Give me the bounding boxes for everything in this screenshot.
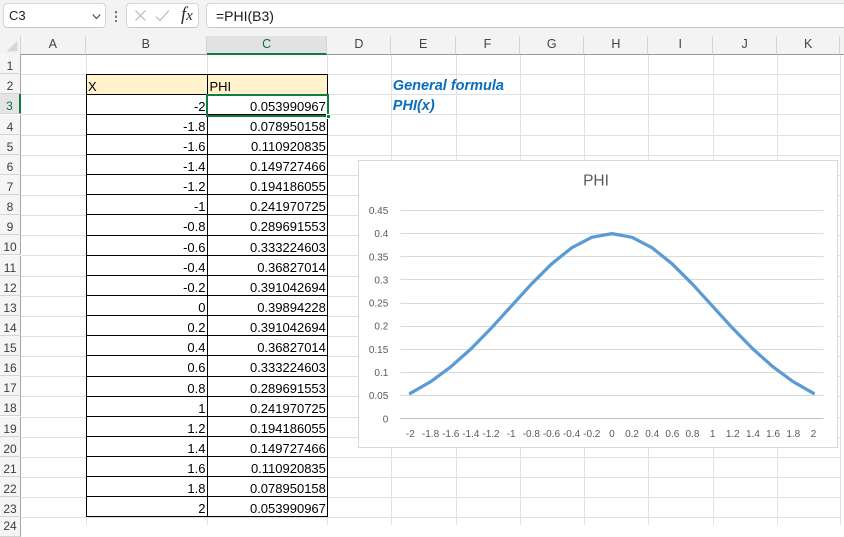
svg-text:0.35: 0.35	[368, 252, 388, 263]
svg-text:1: 1	[709, 429, 715, 440]
svg-text:-1.8: -1.8	[421, 429, 439, 440]
svg-text:-0.8: -0.8	[522, 429, 540, 440]
svg-text:0.15: 0.15	[368, 345, 388, 356]
svg-text:-0.4: -0.4	[562, 429, 580, 440]
svg-text:-1.2: -1.2	[482, 429, 500, 440]
svg-text:0: 0	[609, 429, 615, 440]
svg-text:-0.2: -0.2	[583, 429, 601, 440]
svg-text:1.4: 1.4	[746, 429, 760, 440]
svg-text:0.4: 0.4	[645, 429, 659, 440]
svg-text:0.25: 0.25	[368, 299, 388, 310]
svg-text:0.45: 0.45	[368, 206, 388, 217]
svg-text:0.3: 0.3	[374, 275, 388, 286]
svg-text:1.8: 1.8	[786, 429, 800, 440]
svg-text:0.05: 0.05	[368, 391, 388, 402]
svg-text:-2: -2	[405, 429, 414, 440]
svg-text:-1.4: -1.4	[462, 429, 480, 440]
svg-text:2: 2	[810, 429, 816, 440]
svg-text:1.2: 1.2	[725, 429, 739, 440]
svg-text:1.6: 1.6	[766, 429, 780, 440]
svg-text:0.4: 0.4	[374, 229, 388, 240]
svg-text:0: 0	[382, 414, 388, 425]
svg-text:0.2: 0.2	[374, 322, 388, 333]
svg-text:-1.6: -1.6	[442, 429, 460, 440]
svg-text:-1: -1	[506, 429, 515, 440]
svg-text:-0.6: -0.6	[542, 429, 560, 440]
svg-text:0.2: 0.2	[625, 429, 639, 440]
svg-text:0.6: 0.6	[665, 429, 679, 440]
svg-text:0.8: 0.8	[685, 429, 699, 440]
svg-text:PHI: PHI	[583, 173, 609, 190]
svg-text:0.1: 0.1	[374, 368, 388, 379]
